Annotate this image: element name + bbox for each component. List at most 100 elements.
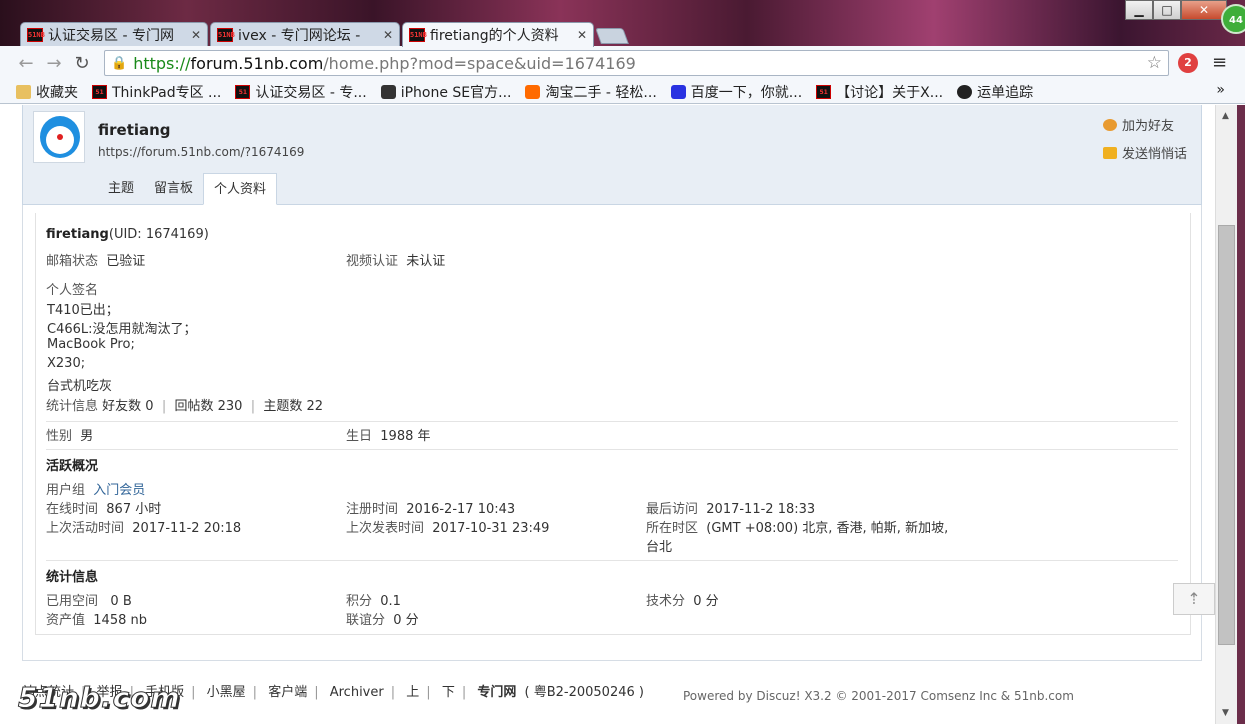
tab-guestbook[interactable]: 留言板 (144, 173, 203, 205)
footer-link-archiver[interactable]: Archiver (330, 685, 384, 700)
gender-value: 男 (80, 429, 94, 444)
close-icon[interactable]: ✕ (383, 28, 393, 42)
forward-arrow-icon[interactable]: → (40, 53, 68, 74)
powered-by-text: Powered by Discuz! X3.2 © 2001-2017 Coms… (683, 689, 1074, 703)
signature-line: C466L:没怎用就淘汰了； (47, 322, 197, 337)
assets-row: 资产值 1458 nb (46, 609, 147, 628)
tech-score-row: 技术分 0 分 (646, 590, 719, 609)
divider: | (461, 685, 467, 700)
bookmark-item[interactable]: 淘宝二手 - 轻松... (525, 82, 657, 102)
space-url[interactable]: https://forum.51nb.com/?1674169 (98, 145, 304, 159)
reload-icon[interactable]: ↻ (68, 53, 96, 74)
sf-icon (957, 84, 973, 99)
bookmark-item[interactable]: 运单追踪 (957, 82, 1033, 102)
last-active-row: 上次活动时间 2017-11-2 20:18 (46, 517, 241, 536)
close-icon[interactable]: ✕ (577, 28, 587, 42)
baidu-icon (670, 84, 686, 99)
avatar[interactable] (33, 111, 85, 163)
apple-icon (380, 84, 396, 99)
assets-label: 资产值 (46, 613, 86, 628)
points-value: 0.1 (380, 594, 401, 609)
tab-threads[interactable]: 主题 (98, 173, 144, 205)
tech-score-label: 技术分 (646, 594, 686, 609)
address-bar[interactable]: 🔒 https://forum.51nb.com/home.php?mod=sp… (104, 50, 1169, 76)
stats-replies-link[interactable]: 回帖数 230 (175, 399, 243, 414)
bookmark-item[interactable]: 51 认证交易区 - 专... (235, 82, 367, 102)
divider (46, 560, 1178, 561)
uid-line: firetiang(UID: 1674169) (46, 227, 209, 242)
timezone-value: (GMT +08:00) 北京, 香港, 帕斯, 新加坡, (706, 521, 949, 536)
51nb-favicon: 51 (235, 84, 251, 99)
tech-score-value: 0 分 (693, 594, 719, 609)
add-friend-button[interactable]: 加为好友 (1103, 115, 1174, 134)
url-path: /home.php?mod=space&uid=1674169 (323, 53, 636, 73)
taobao-icon (525, 84, 541, 99)
signature-line: T410已出； (47, 303, 119, 318)
51nb-favicon: 51NB (217, 27, 235, 42)
51nb-favicon: 51 (92, 84, 107, 99)
points-label: 积分 (346, 594, 373, 609)
back-to-top-button[interactable]: ⇡ (1173, 583, 1215, 615)
bookmark-item[interactable]: 百度一下，你就... (670, 82, 802, 102)
stats-threads-link[interactable]: 主题数 22 (263, 399, 323, 414)
bookmark-item[interactable]: iPhone SE官方... (380, 82, 511, 102)
alliance-score-row: 联谊分 0 分 (346, 609, 419, 628)
bookmark-item[interactable]: 51 ThinkPad专区 ... (92, 82, 221, 102)
browser-tab-2[interactable]: 51NB ivex - 专门网论坛 - ✕ (210, 22, 400, 46)
timezone-row: 所在时区 (GMT +08:00) 北京, 香港, 帕斯, 新加坡, (646, 517, 948, 536)
minimize-button[interactable]: ▁ (1125, 0, 1153, 20)
last-visit-row: 最后访问 2017-11-2 18:33 (646, 498, 815, 517)
bookmark-label: 淘宝二手 - 轻松... (545, 84, 657, 101)
profile-username[interactable]: firetiang (98, 121, 171, 139)
divider: | (157, 399, 171, 414)
birthday-label: 生日 (346, 429, 373, 444)
browser-tab-3[interactable]: 51NB firetiang的个人资料 ✕ (402, 22, 594, 47)
stats-label: 统计信息 (46, 399, 99, 414)
bookmark-folder[interactable]: 收藏夹 (16, 82, 78, 102)
stats-friends-link[interactable]: 好友数 0 (102, 399, 153, 414)
signature-line: 台式机吃灰 (47, 379, 113, 394)
scroll-up-arrow-icon[interactable]: ▲ (1222, 111, 1229, 121)
gender-row: 性别 男 (46, 425, 93, 444)
bookmark-item[interactable]: 51 【讨论】关于X... (816, 82, 943, 102)
bookmark-star-icon[interactable]: ☆ (1147, 53, 1162, 73)
tab-profile[interactable]: 个人资料 (203, 173, 278, 205)
divider: | (426, 685, 431, 700)
window-controls: ▁ □ ✕ (1125, 0, 1227, 20)
last-active-label: 上次活动时间 (46, 521, 125, 536)
assets-value: 1458 nb (93, 613, 147, 628)
maximize-button[interactable]: □ (1153, 0, 1181, 20)
bookmarks-overflow-button[interactable]: » (1216, 82, 1225, 98)
send-message-label: 发送悄悄话 (1122, 147, 1188, 162)
alliance-score-label: 联谊分 (346, 613, 386, 628)
extension-icon[interactable]: 2 (1178, 53, 1198, 73)
close-icon[interactable]: ✕ (191, 28, 201, 42)
divider: | (191, 685, 196, 700)
menu-icon[interactable]: ≡ (1212, 52, 1227, 73)
usergroup-link[interactable]: 入门会员 (93, 483, 145, 498)
url-scheme: https:// (133, 53, 191, 73)
bookmark-label: ThinkPad专区 ... (112, 84, 222, 101)
footer-link-down[interactable]: 下 (442, 685, 455, 700)
browser-titlebar: 51NB 认证交易区 - 专门网 ✕ 51NB ivex - 专门网论坛 - ✕… (0, 0, 1245, 47)
signature-line: X230; (47, 356, 86, 371)
scrollbar-thumb[interactable] (1218, 225, 1235, 645)
back-arrow-icon[interactable]: ← (12, 53, 40, 74)
last-visit-label: 最后访问 (646, 502, 699, 517)
scroll-down-arrow-icon[interactable]: ▼ (1222, 708, 1229, 718)
footer-icp[interactable]: ( 粤B2-20050246 ) (525, 685, 644, 700)
send-message-button[interactable]: 发送悄悄话 (1103, 143, 1187, 162)
profile-tabs: 主题 留言板 个人资料 (98, 173, 278, 205)
new-tab-button[interactable] (595, 28, 629, 44)
vertical-scrollbar[interactable]: ▲ ▼ (1215, 105, 1237, 724)
profile-header: firetiang https://forum.51nb.com/?167416… (22, 105, 1202, 205)
name-line: firetiang (46, 227, 109, 242)
footer-link-up[interactable]: 上 (406, 685, 419, 700)
divider: | (314, 685, 319, 700)
footer-link-client[interactable]: 客户端 (268, 685, 307, 700)
browser-tab-1[interactable]: 51NB 认证交易区 - 专门网 ✕ (20, 22, 208, 46)
footer-link-blackroom[interactable]: 小黑屋 (207, 685, 246, 700)
footer-site-name[interactable]: 专门网 (477, 685, 516, 700)
51nb-favicon: 51NB (409, 28, 427, 42)
video-auth-value: 未认证 (406, 254, 446, 269)
